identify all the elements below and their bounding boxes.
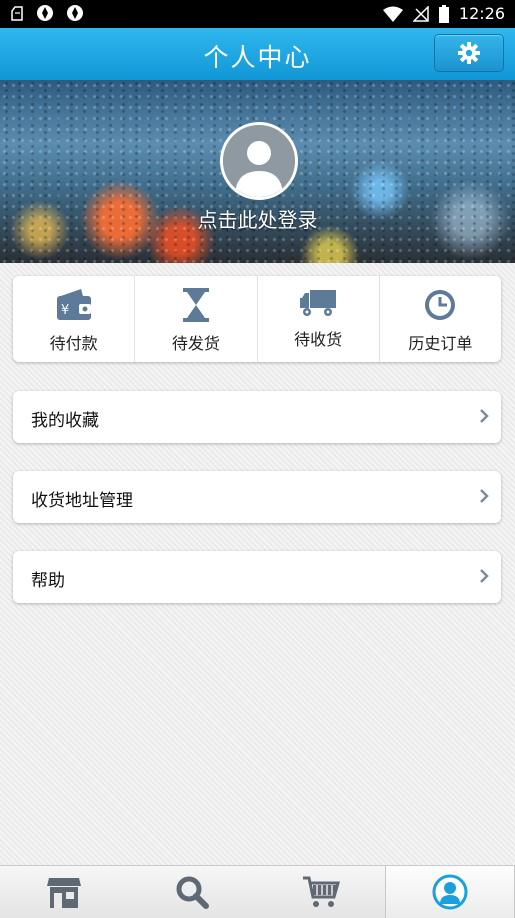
- clock-icon: [425, 290, 456, 320]
- user-avatar-icon[interactable]: [220, 122, 298, 200]
- order-label: 待付款: [49, 334, 98, 353]
- order-pending-payment[interactable]: ¥ 待付款: [13, 276, 134, 362]
- no-signal-icon: [412, 5, 429, 22]
- gear-icon: [458, 42, 480, 64]
- order-label: 历史订单: [408, 334, 473, 353]
- hourglass-icon: [182, 288, 209, 322]
- status-bar: 12:26: [0, 0, 515, 28]
- chevron-right-icon: [480, 569, 489, 583]
- search-icon: [176, 876, 210, 909]
- menu-item-label: 我的收藏: [31, 411, 99, 431]
- order-pending-receipt[interactable]: 待收货: [256, 276, 379, 362]
- cart-icon: [302, 876, 340, 907]
- tab-search[interactable]: [128, 866, 256, 918]
- wifi-icon: [382, 6, 403, 22]
- tab-cart[interactable]: [257, 866, 385, 918]
- bottom-tab-bar: [0, 865, 515, 918]
- app-icon: [67, 5, 83, 21]
- order-label: 待收货: [294, 330, 343, 349]
- tab-store[interactable]: [0, 866, 128, 918]
- settings-button[interactable]: [434, 34, 504, 72]
- menu-item-label: 帮助: [31, 571, 65, 591]
- login-link[interactable]: 点击此处登录: [0, 204, 515, 233]
- app-header: 个人中心: [0, 28, 515, 81]
- menu-item-help[interactable]: 帮助: [13, 551, 501, 603]
- order-pending-shipment[interactable]: 待发货: [134, 276, 256, 362]
- wallet-icon: ¥: [56, 289, 91, 320]
- tab-profile[interactable]: [384, 866, 515, 918]
- menu-item-favorites[interactable]: 我的收藏: [13, 391, 501, 443]
- status-time: 12:26: [458, 4, 505, 23]
- profile-banner[interactable]: 点击此处登录: [0, 80, 515, 263]
- app-icon: [37, 5, 53, 21]
- store-icon: [47, 878, 82, 908]
- orders-panel: ¥ 待付款 待发货 待收货 历史订单: [13, 276, 501, 362]
- chevron-right-icon: [480, 409, 489, 423]
- menu-item-address[interactable]: 收货地址管理: [13, 471, 501, 523]
- svg-text:¥: ¥: [61, 303, 69, 318]
- notification-icon: [11, 6, 23, 21]
- truck-icon: [300, 290, 337, 316]
- order-history[interactable]: 历史订单: [378, 276, 501, 362]
- profile-icon: [432, 874, 468, 910]
- menu-item-label: 收货地址管理: [31, 491, 133, 511]
- chevron-right-icon: [480, 489, 489, 503]
- order-label: 待发货: [171, 334, 220, 353]
- battery-icon: [438, 4, 449, 23]
